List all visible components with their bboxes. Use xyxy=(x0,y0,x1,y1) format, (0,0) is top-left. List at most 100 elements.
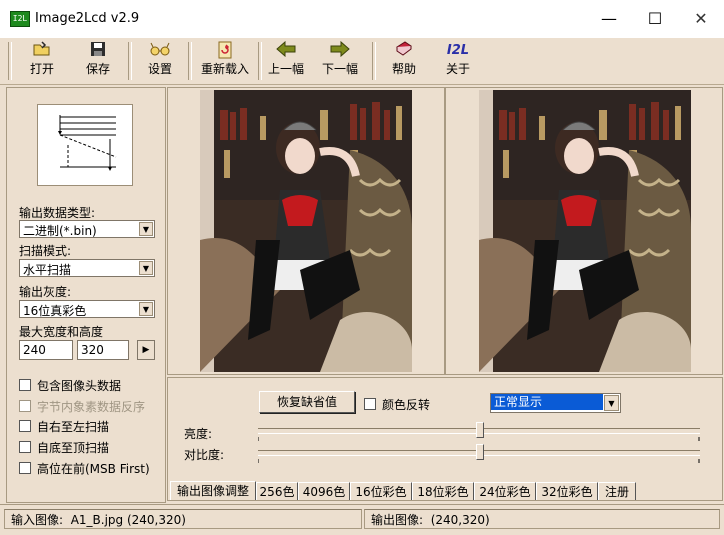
dropdown-arrow-icon: ▼ xyxy=(139,261,153,275)
settings-button[interactable]: 设置 xyxy=(142,41,178,83)
help-book-icon xyxy=(388,41,420,61)
status-bar: 输入图像: A1_B.jpg (240,320) 输出图像: (240,320) xyxy=(0,504,724,535)
checkbox-msb-first[interactable]: 高位在前(MSB First) xyxy=(19,460,150,477)
display-mode-select[interactable]: 正常显示 ▼ xyxy=(490,393,621,413)
help-label: 帮助 xyxy=(391,62,416,76)
checkbox-bottom-to-top[interactable]: 自底至顶扫描 xyxy=(19,439,109,456)
reload-label: 重新载入 xyxy=(200,62,249,76)
apply-size-button[interactable]: ▶ xyxy=(137,340,155,360)
checkbox-label: 字节内象素数据反序 xyxy=(37,400,146,414)
max-size-label: 最大宽度和高度 xyxy=(19,325,104,339)
tab-32bit-color[interactable]: 32位彩色 xyxy=(536,482,598,500)
contrast-slider[interactable] xyxy=(476,444,484,460)
open-button[interactable]: 打开 xyxy=(24,41,60,83)
checkbox-box xyxy=(19,400,31,412)
settings-panel: 输出数据类型: 二进制(*.bin) ▼ 扫描模式: 水平扫描 ▼ 输出灰度: … xyxy=(6,87,166,503)
output-image-pane xyxy=(445,87,723,375)
status-output-image: 输出图像: (240,320) xyxy=(364,509,720,529)
about-label: 关于 xyxy=(445,62,470,76)
arrow-left-icon xyxy=(266,40,306,61)
previous-image-button[interactable]: 上一幅 xyxy=(266,40,306,83)
window-title: Image2Lcd v2.9 xyxy=(35,11,140,26)
tab-256-color[interactable]: 256色 xyxy=(256,482,298,500)
status-input-label: 输入图像: xyxy=(11,513,64,527)
toolbar: 打开 保存 设置 重新载入 上一幅 下一幅 帮助 I2L 关于 xyxy=(0,38,724,85)
settings-label: 设置 xyxy=(147,62,172,76)
max-width-input[interactable]: 240 xyxy=(19,340,73,360)
save-label: 保存 xyxy=(85,62,110,76)
brightness-label: 亮度: xyxy=(184,427,213,441)
checkbox-box[interactable] xyxy=(364,398,376,410)
tab-18bit-color[interactable]: 18位彩色 xyxy=(412,482,474,500)
display-mode-value: 正常显示 xyxy=(491,394,603,410)
status-output-label: 输出图像: xyxy=(371,513,424,527)
checkbox-right-to-left[interactable]: 自右至左扫描 xyxy=(19,418,109,435)
max-height-input[interactable]: 320 xyxy=(77,340,129,360)
title-bar: I2L Image2Lcd v2.9 — ☐ ✕ xyxy=(0,0,724,38)
minimize-button[interactable]: — xyxy=(586,0,632,38)
tab-4096-color[interactable]: 4096色 xyxy=(298,482,350,500)
dropdown-arrow-icon: ▼ xyxy=(604,395,619,411)
tab-16bit-color[interactable]: 16位彩色 xyxy=(350,482,412,500)
toolbar-separator xyxy=(8,42,12,80)
checkbox-label: 颜色反转 xyxy=(382,398,431,412)
reload-icon xyxy=(197,41,253,61)
dropdown-arrow-icon: ▼ xyxy=(139,222,153,236)
next-image-button[interactable]: 下一幅 xyxy=(320,40,360,83)
checkbox-box[interactable] xyxy=(19,420,31,432)
output-type-select[interactable]: 二进制(*.bin) ▼ xyxy=(19,220,155,238)
gray-label: 输出灰度: xyxy=(19,285,72,299)
help-button[interactable]: 帮助 xyxy=(388,41,420,83)
maximize-button[interactable]: ☐ xyxy=(632,0,678,38)
tab-register[interactable]: 注册 xyxy=(598,482,636,500)
next-image-label: 下一幅 xyxy=(321,62,358,76)
output-type-value: 二进制(*.bin) xyxy=(23,224,97,238)
checkbox-invert-color[interactable]: 颜色反转 xyxy=(364,396,430,413)
scan-mode-diagram xyxy=(37,104,133,186)
brightness-ticks xyxy=(258,437,700,441)
tab-24bit-color[interactable]: 24位彩色 xyxy=(474,482,536,500)
checkbox-label: 包含图像头数据 xyxy=(37,379,122,393)
toolbar-separator xyxy=(188,42,192,80)
preview-area xyxy=(167,87,723,375)
open-label: 打开 xyxy=(29,62,54,76)
checkbox-box[interactable] xyxy=(19,379,31,391)
checkbox-reverse-pixel-byte: 字节内象素数据反序 xyxy=(19,398,145,415)
app-icon: I2L xyxy=(10,11,30,27)
save-button[interactable]: 保存 xyxy=(80,41,116,83)
restore-default-button[interactable]: 恢复缺省值 xyxy=(259,391,355,413)
checkbox-label: 自底至顶扫描 xyxy=(37,441,110,455)
checkbox-label: 自右至左扫描 xyxy=(37,420,110,434)
play-arrow-icon: ▶ xyxy=(142,345,150,355)
brightness-slider[interactable] xyxy=(476,422,484,438)
about-logo-icon: I2L xyxy=(446,43,470,58)
contrast-ticks xyxy=(258,459,700,463)
floppy-disk-icon xyxy=(80,41,116,61)
checkbox-box[interactable] xyxy=(19,441,31,453)
gray-select[interactable]: 16位真彩色 ▼ xyxy=(19,300,155,318)
checkbox-box[interactable] xyxy=(19,462,31,474)
tab-output-adjust[interactable]: 输出图像调整 xyxy=(170,481,256,500)
input-image xyxy=(200,90,412,372)
app-window: I2L Image2Lcd v2.9 — ☐ ✕ 打开 保存 设置 重新载入 上… xyxy=(0,0,724,535)
status-input-image: 输入图像: A1_B.jpg (240,320) xyxy=(4,509,362,529)
status-output-value: (240,320) xyxy=(430,513,490,527)
scan-mode-select[interactable]: 水平扫描 ▼ xyxy=(19,259,155,277)
status-input-value: A1_B.jpg (240,320) xyxy=(70,513,186,527)
scan-mode-value: 水平扫描 xyxy=(23,263,72,277)
toolbar-separator xyxy=(258,42,262,80)
output-type-label: 输出数据类型: xyxy=(19,206,96,220)
previous-image-label: 上一幅 xyxy=(267,62,304,76)
about-button[interactable]: I2L 关于 xyxy=(442,41,474,83)
checkbox-include-header[interactable]: 包含图像头数据 xyxy=(19,377,121,394)
image-adjust-panel: 恢复缺省值 颜色反转 正常显示 ▼ 亮度: 对比度: 输出图像调整 256色 4… xyxy=(167,377,723,501)
open-folder-icon xyxy=(24,41,60,61)
contrast-label: 对比度: xyxy=(184,448,225,462)
arrow-right-icon xyxy=(320,40,360,61)
close-button[interactable]: ✕ xyxy=(678,0,724,38)
glasses-icon xyxy=(142,41,178,61)
reload-button[interactable]: 重新载入 xyxy=(197,41,253,83)
scan-mode-label: 扫描模式: xyxy=(19,244,72,258)
dropdown-arrow-icon: ▼ xyxy=(139,302,153,316)
gray-value: 16位真彩色 xyxy=(23,304,87,318)
